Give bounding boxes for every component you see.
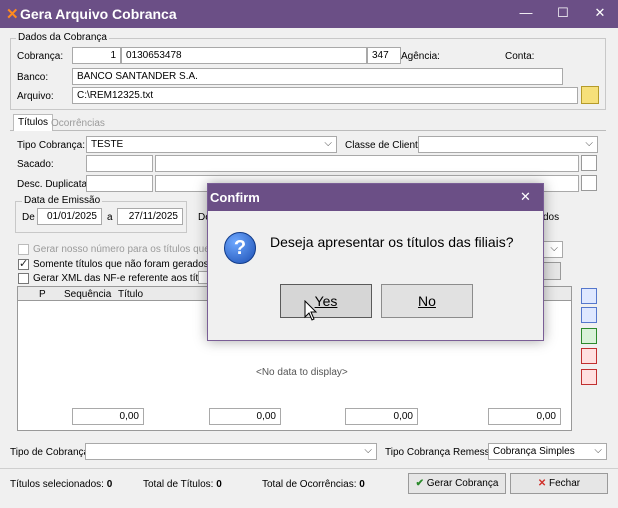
- tipo-remessa-select[interactable]: Cobrança Simples ⌵: [488, 443, 607, 460]
- cobranca-extra-field[interactable]: 347: [367, 47, 401, 64]
- dos-select[interactable]: ⌵: [543, 241, 563, 258]
- sacado-name-field[interactable]: [155, 155, 579, 172]
- close-button[interactable]: ✕: [589, 4, 611, 22]
- sacado-label: Sacado:: [17, 159, 54, 170]
- gerar-xml-checkbox[interactable]: [18, 273, 29, 284]
- chevron-down-icon: ⌵: [585, 138, 593, 149]
- cobranca-number-field[interactable]: 1: [72, 47, 121, 64]
- confirm-dialog: Confirm ✕ ? Deseja apresentar os títulos…: [207, 183, 544, 341]
- dialog-title: Confirm: [210, 190, 260, 205]
- total-titulos-value: 0: [216, 479, 222, 490]
- fechar-button[interactable]: ✕ Fechar: [510, 473, 608, 494]
- tab-divider: [10, 130, 606, 131]
- chevron-down-icon: ⌵: [364, 445, 372, 456]
- yes-button[interactable]: Yes: [280, 284, 372, 318]
- data-emissao-label: Data de Emissão: [22, 195, 103, 206]
- tipo-cobranca-value: TESTE: [91, 139, 124, 150]
- classe-cliente-label: Classe de Cliente:: [345, 140, 427, 151]
- selecionados-label: Títulos selecionados:: [10, 479, 104, 490]
- sacado-code-field[interactable]: [86, 155, 153, 172]
- chevron-down-icon: ⌵: [594, 445, 602, 456]
- dialog-message: Deseja apresentar os títulos das filiais…: [270, 234, 514, 250]
- small-action-button[interactable]: [543, 262, 561, 280]
- banco-label: Banco:: [17, 72, 49, 83]
- delete-icon[interactable]: [581, 348, 597, 364]
- data-de-field[interactable]: 01/01/2025: [37, 208, 102, 225]
- app-logo-icon: ✕: [6, 6, 19, 23]
- data-a-field[interactable]: 27/11/2025: [117, 208, 183, 225]
- total-titulos-label: Total de Títulos:: [143, 479, 214, 490]
- gerar-cobranca-button[interactable]: ✔ Gerar Cobrança: [408, 473, 506, 494]
- gerar-xml-label: Gerar XML das NF-e referente aos títulos: [33, 273, 217, 284]
- gerar-cobranca-label: Gerar Cobrança: [426, 478, 499, 489]
- total-field-3: 0,00: [345, 408, 418, 425]
- conta-label: Conta:: [505, 51, 535, 62]
- title-bar: ✕ Gera Arquivo Cobranca — ☐ ✕: [0, 0, 618, 28]
- dos-label: dos: [543, 212, 560, 223]
- no-label: No: [418, 293, 436, 309]
- copy-icon[interactable]: [581, 307, 597, 323]
- no-button[interactable]: No: [381, 284, 473, 318]
- selecionados-value: 0: [106, 479, 113, 490]
- duplicata-code-field[interactable]: [86, 175, 153, 192]
- dados-cobranca-label: Dados da Cobrança: [16, 32, 109, 43]
- chevron-down-icon: ⌵: [324, 138, 332, 149]
- tab-titulos[interactable]: Títulos: [13, 114, 54, 131]
- folder-open-icon[interactable]: [581, 86, 599, 104]
- total-ocorrencias-text: Total de Ocorrências: 0: [262, 479, 365, 490]
- total-ocorrencias-label: Total de Ocorrências:: [262, 479, 357, 490]
- a-label: a: [107, 212, 113, 223]
- minimize-button[interactable]: —: [515, 4, 537, 22]
- tipo-cobranca-label: Tipo Cobrança:: [17, 140, 85, 151]
- cobranca-label: Cobrança:: [17, 51, 64, 62]
- maximize-button[interactable]: ☐: [552, 4, 574, 22]
- yes-label: Yes: [314, 293, 338, 309]
- total-field-1: 0,00: [72, 408, 144, 425]
- tab-ocorrencias[interactable]: Ocorrências: [51, 118, 105, 129]
- search-duplicata-icon[interactable]: [581, 175, 597, 191]
- search-sacado-icon[interactable]: [581, 155, 597, 171]
- chevron-down-icon: ⌵: [550, 243, 558, 254]
- tipo-de-cobranca-label: Tipo de Cobrança:: [10, 447, 92, 458]
- classe-cliente-select[interactable]: ⌵: [418, 136, 598, 153]
- question-icon: ?: [224, 232, 256, 264]
- x-icon: ✕: [537, 478, 547, 489]
- total-field-4: 0,00: [488, 408, 561, 425]
- cobranca-code-field[interactable]: 0130653478: [121, 47, 367, 64]
- remove-all-icon[interactable]: [581, 369, 597, 385]
- add-icon[interactable]: [581, 288, 597, 304]
- no-data-text: <No data to display>: [256, 367, 348, 378]
- status-divider: [0, 468, 618, 469]
- tipo-remessa-label: Tipo Cobrança Remessa:: [385, 447, 499, 458]
- arquivo-field[interactable]: C:\REM12325.txt: [72, 87, 578, 104]
- mouse-cursor-icon: [304, 300, 318, 321]
- de-label: De: [22, 212, 35, 223]
- col-sequencia-header[interactable]: Sequência: [64, 289, 111, 300]
- desc-duplicata-label: Desc. Duplicata:: [17, 179, 90, 190]
- tipo-remessa-value: Cobrança Simples: [493, 446, 575, 457]
- tipo-cobranca-select[interactable]: TESTE ⌵: [86, 136, 337, 153]
- col-titulo-header[interactable]: Título: [118, 289, 143, 300]
- tipo-de-cobranca-select[interactable]: ⌵: [85, 443, 377, 460]
- somente-titulos-checkbox[interactable]: [18, 257, 29, 270]
- col-p-header[interactable]: P: [39, 289, 46, 300]
- total-titulos-text: Total de Títulos: 0: [143, 479, 222, 490]
- dialog-close-button[interactable]: ✕: [520, 189, 531, 205]
- fechar-label: Fechar: [549, 478, 581, 489]
- arquivo-label: Arquivo:: [17, 91, 54, 102]
- agencia-label: Agência:: [401, 51, 440, 62]
- excel-icon[interactable]: [581, 328, 597, 344]
- banco-field[interactable]: BANCO SANTANDER S.A.: [72, 68, 563, 85]
- check-icon: ✔: [415, 478, 424, 489]
- gerar-nosso-checkbox[interactable]: [18, 244, 29, 255]
- total-ocorrencias-value: 0: [359, 479, 365, 490]
- total-field-2: 0,00: [209, 408, 281, 425]
- selecionados-text: Títulos selecionados: 0: [10, 479, 112, 490]
- window-title: Gera Arquivo Cobranca: [20, 6, 177, 22]
- dialog-title-bar: Confirm ✕: [208, 184, 543, 211]
